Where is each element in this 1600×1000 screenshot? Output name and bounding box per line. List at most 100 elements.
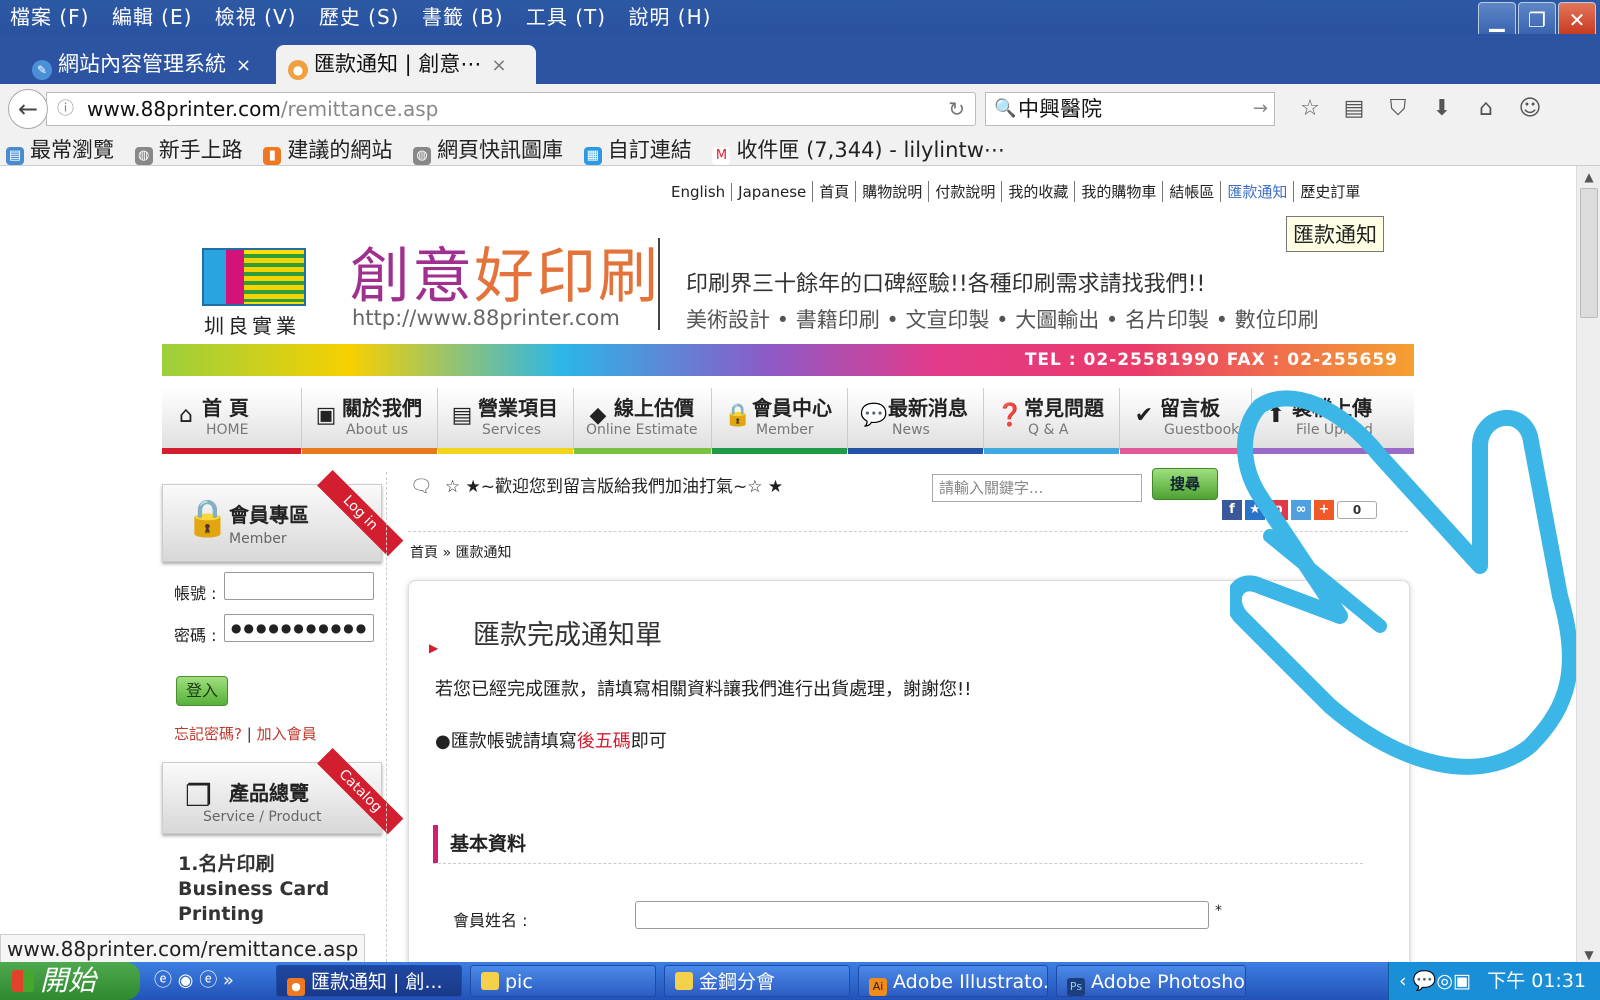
nav-estimate[interactable]: ◆ 線上估價 Online Estimate — [574, 388, 712, 454]
site-search-button[interactable]: 搜尋 — [1152, 468, 1218, 500]
search-go-icon[interactable]: → — [1253, 93, 1268, 125]
firefox-icon[interactable]: ◉ — [178, 970, 194, 991]
nav-file-upload[interactable]: ⬆ 製檔上傳 File Upload — [1252, 388, 1414, 454]
start-button[interactable]: 開始 — [0, 962, 140, 1000]
menu-view[interactable]: 檢視 (V) — [215, 0, 297, 34]
plurk-icon[interactable]: p — [1268, 500, 1288, 520]
menu-tools[interactable]: 工具 (T) — [526, 0, 606, 34]
tray-display-icon[interactable]: ▣ — [1453, 970, 1471, 992]
reading-list-icon[interactable]: ▤ — [1332, 90, 1376, 128]
tooltip: 匯款通知 — [1286, 216, 1384, 252]
login-ribbon: Log in — [317, 469, 404, 557]
menu-history[interactable]: 歷史 (S) — [319, 0, 400, 34]
task-folder-2[interactable]: 金鋼分會 — [664, 965, 850, 997]
link-payment-guide[interactable]: 付款說明 — [928, 181, 1001, 202]
search-bar[interactable]: 🔍 中興醫院 → — [985, 92, 1275, 126]
menu-edit[interactable]: 編輯 (E) — [112, 0, 193, 34]
contact-info: TEL : 02-25581990 FAX : 02-255659 — [1024, 350, 1398, 370]
menu-bookmarks[interactable]: 書籤 (B) — [422, 0, 504, 34]
share-link-icon[interactable]: ∞ — [1291, 500, 1311, 520]
home-icon[interactable]: ⌂ — [1464, 90, 1508, 128]
clock[interactable]: 下午 01:31 — [1487, 962, 1586, 1000]
nav-sublabel: File Upload — [1296, 422, 1373, 438]
link-home[interactable]: 首頁 — [812, 181, 855, 202]
link-cart[interactable]: 我的購物車 — [1074, 181, 1162, 202]
brand-url: http://www.88printer.com — [352, 306, 620, 330]
close-window-button[interactable]: ✕ — [1558, 2, 1596, 38]
nav-about[interactable]: ▣ 關於我們 About us — [302, 388, 438, 454]
nav-guestbook[interactable]: ✔ 留言板 Guestbook — [1120, 388, 1252, 454]
link-japanese[interactable]: Japanese — [731, 183, 812, 201]
bookmark-star-icon[interactable]: ☆ — [1288, 90, 1332, 128]
vertical-scrollbar[interactable]: ▲ ▼ — [1576, 166, 1600, 966]
logo-mark — [202, 248, 306, 306]
member-name-input[interactable] — [635, 901, 1209, 929]
catalog-item-business-card[interactable]: 1.名片印刷 Business Card Printing — [178, 852, 329, 927]
nav-qa[interactable]: ❓ 常見問題 Q & A — [984, 388, 1120, 454]
tab-remittance[interactable]: ● 匯款通知 | 創意⋯ × — [276, 45, 536, 84]
browser-icon[interactable]: ⓔ — [199, 970, 217, 991]
back-button[interactable]: ← — [8, 89, 48, 129]
password-input[interactable]: ●●●●●●●●●●● — [224, 614, 374, 642]
bookmark-most-visited[interactable]: ▤ 最常瀏覽 — [0, 134, 114, 166]
windows-logo-icon — [12, 970, 34, 992]
add-share-icon[interactable]: + — [1314, 500, 1334, 520]
tab-cms[interactable]: ✎ 網站內容管理系統 × — [20, 45, 275, 84]
tray-chat-icon[interactable]: 💬 — [1413, 970, 1437, 992]
task-photoshop[interactable]: Ps Adobe Photosho... — [1056, 965, 1246, 997]
tray-expand-icon[interactable]: ‹ — [1399, 970, 1407, 992]
bookmark-label: 新手上路 — [158, 138, 243, 162]
url-bar[interactable]: ⓘ www.88printer.com/remittance.asp ↻ — [46, 92, 976, 126]
scroll-up-icon[interactable]: ▲ — [1580, 168, 1598, 186]
maximize-button[interactable]: ❐ — [1518, 2, 1556, 38]
link-english[interactable]: English — [665, 183, 731, 201]
bookmark-label: 網頁快訊圖庫 — [437, 138, 564, 162]
nav-home[interactable]: ⌂ 首 頁 HOME — [162, 388, 302, 454]
task-illustrator[interactable]: Ai Adobe Illustrato... — [858, 965, 1048, 997]
lock-icon: 🔒 — [185, 498, 230, 539]
pocket-icon[interactable]: ⛉ — [1376, 90, 1420, 128]
minimize-button[interactable]: ▁ — [1478, 2, 1516, 38]
join-member-link[interactable]: 加入會員 — [257, 725, 317, 743]
forgot-password-link[interactable]: 忘記密碼? — [174, 725, 242, 743]
search-icon: 🔍 — [994, 98, 1017, 119]
link-order-history[interactable]: 歷史訂單 — [1293, 181, 1366, 202]
bookmark-web-slice[interactable]: ◍ 網頁快訊圖庫 — [413, 134, 563, 166]
tray-app-icon[interactable]: ◎ — [1436, 970, 1453, 992]
tab-close-icon[interactable]: × — [491, 46, 506, 85]
ie-icon[interactable]: ⓔ — [154, 970, 172, 991]
bookmark-suggested[interactable]: ▮ 建議的網站 — [263, 134, 392, 166]
tab-close-icon[interactable]: × — [236, 46, 251, 85]
bookmark-custom-links[interactable]: ▦ 自訂連結 — [583, 134, 692, 166]
nav-services[interactable]: ▤ 營業項目 Services — [438, 388, 574, 454]
link-checkout[interactable]: 結帳區 — [1162, 181, 1220, 202]
breadcrumb[interactable]: 首頁 » 匯款通知 — [410, 542, 511, 562]
bookmark-label: 建議的網站 — [287, 138, 393, 162]
nav-member[interactable]: 🔒 會員中心 Member — [712, 388, 848, 454]
keyword-input[interactable]: 請輸入關鍵字... — [932, 474, 1142, 502]
menu-help[interactable]: 說明 (H) — [628, 0, 711, 34]
smiley-icon[interactable]: ☺ — [1508, 90, 1552, 128]
nav-news[interactable]: 💬 最新消息 News — [848, 388, 984, 454]
menu-file[interactable]: 檔案 (F) — [10, 0, 89, 34]
bookmark-inbox[interactable]: M 收件匣 (7,344) - lilylintw⋯ — [712, 134, 1005, 166]
bookmark-label: 收件匣 (7,344) - lilylintw⋯ — [736, 138, 1005, 162]
facebook-icon[interactable]: f — [1222, 500, 1242, 520]
bookmark-getting-started[interactable]: ◍ 新手上路 — [134, 134, 243, 166]
scroll-thumb[interactable] — [1580, 188, 1598, 318]
favorite-star-icon[interactable]: ★ — [1245, 500, 1265, 520]
task-pic-folder[interactable]: pic — [470, 965, 656, 997]
link-shopping-guide[interactable]: 購物說明 — [855, 181, 928, 202]
note-highlight: 後五碼 — [576, 731, 631, 752]
link-favorites[interactable]: 我的收藏 — [1001, 181, 1074, 202]
reload-icon[interactable]: ↻ — [948, 93, 965, 125]
info-icon[interactable]: ⓘ — [57, 93, 74, 125]
company-logo[interactable]: 圳良實業 — [202, 248, 308, 338]
task-firefox[interactable]: ● 匯款通知 | 創... — [276, 965, 462, 997]
account-input[interactable] — [224, 572, 374, 600]
link-remittance[interactable]: 匯款通知 — [1220, 181, 1293, 202]
tab-bar: ✎網站內容管理系統× ●匯款通知 | 創意⋯× + — [0, 34, 1600, 109]
download-icon[interactable]: ⬇ — [1420, 90, 1464, 128]
more-chevron-icon[interactable]: » — [223, 970, 234, 991]
login-button[interactable]: 登入 — [176, 676, 228, 706]
